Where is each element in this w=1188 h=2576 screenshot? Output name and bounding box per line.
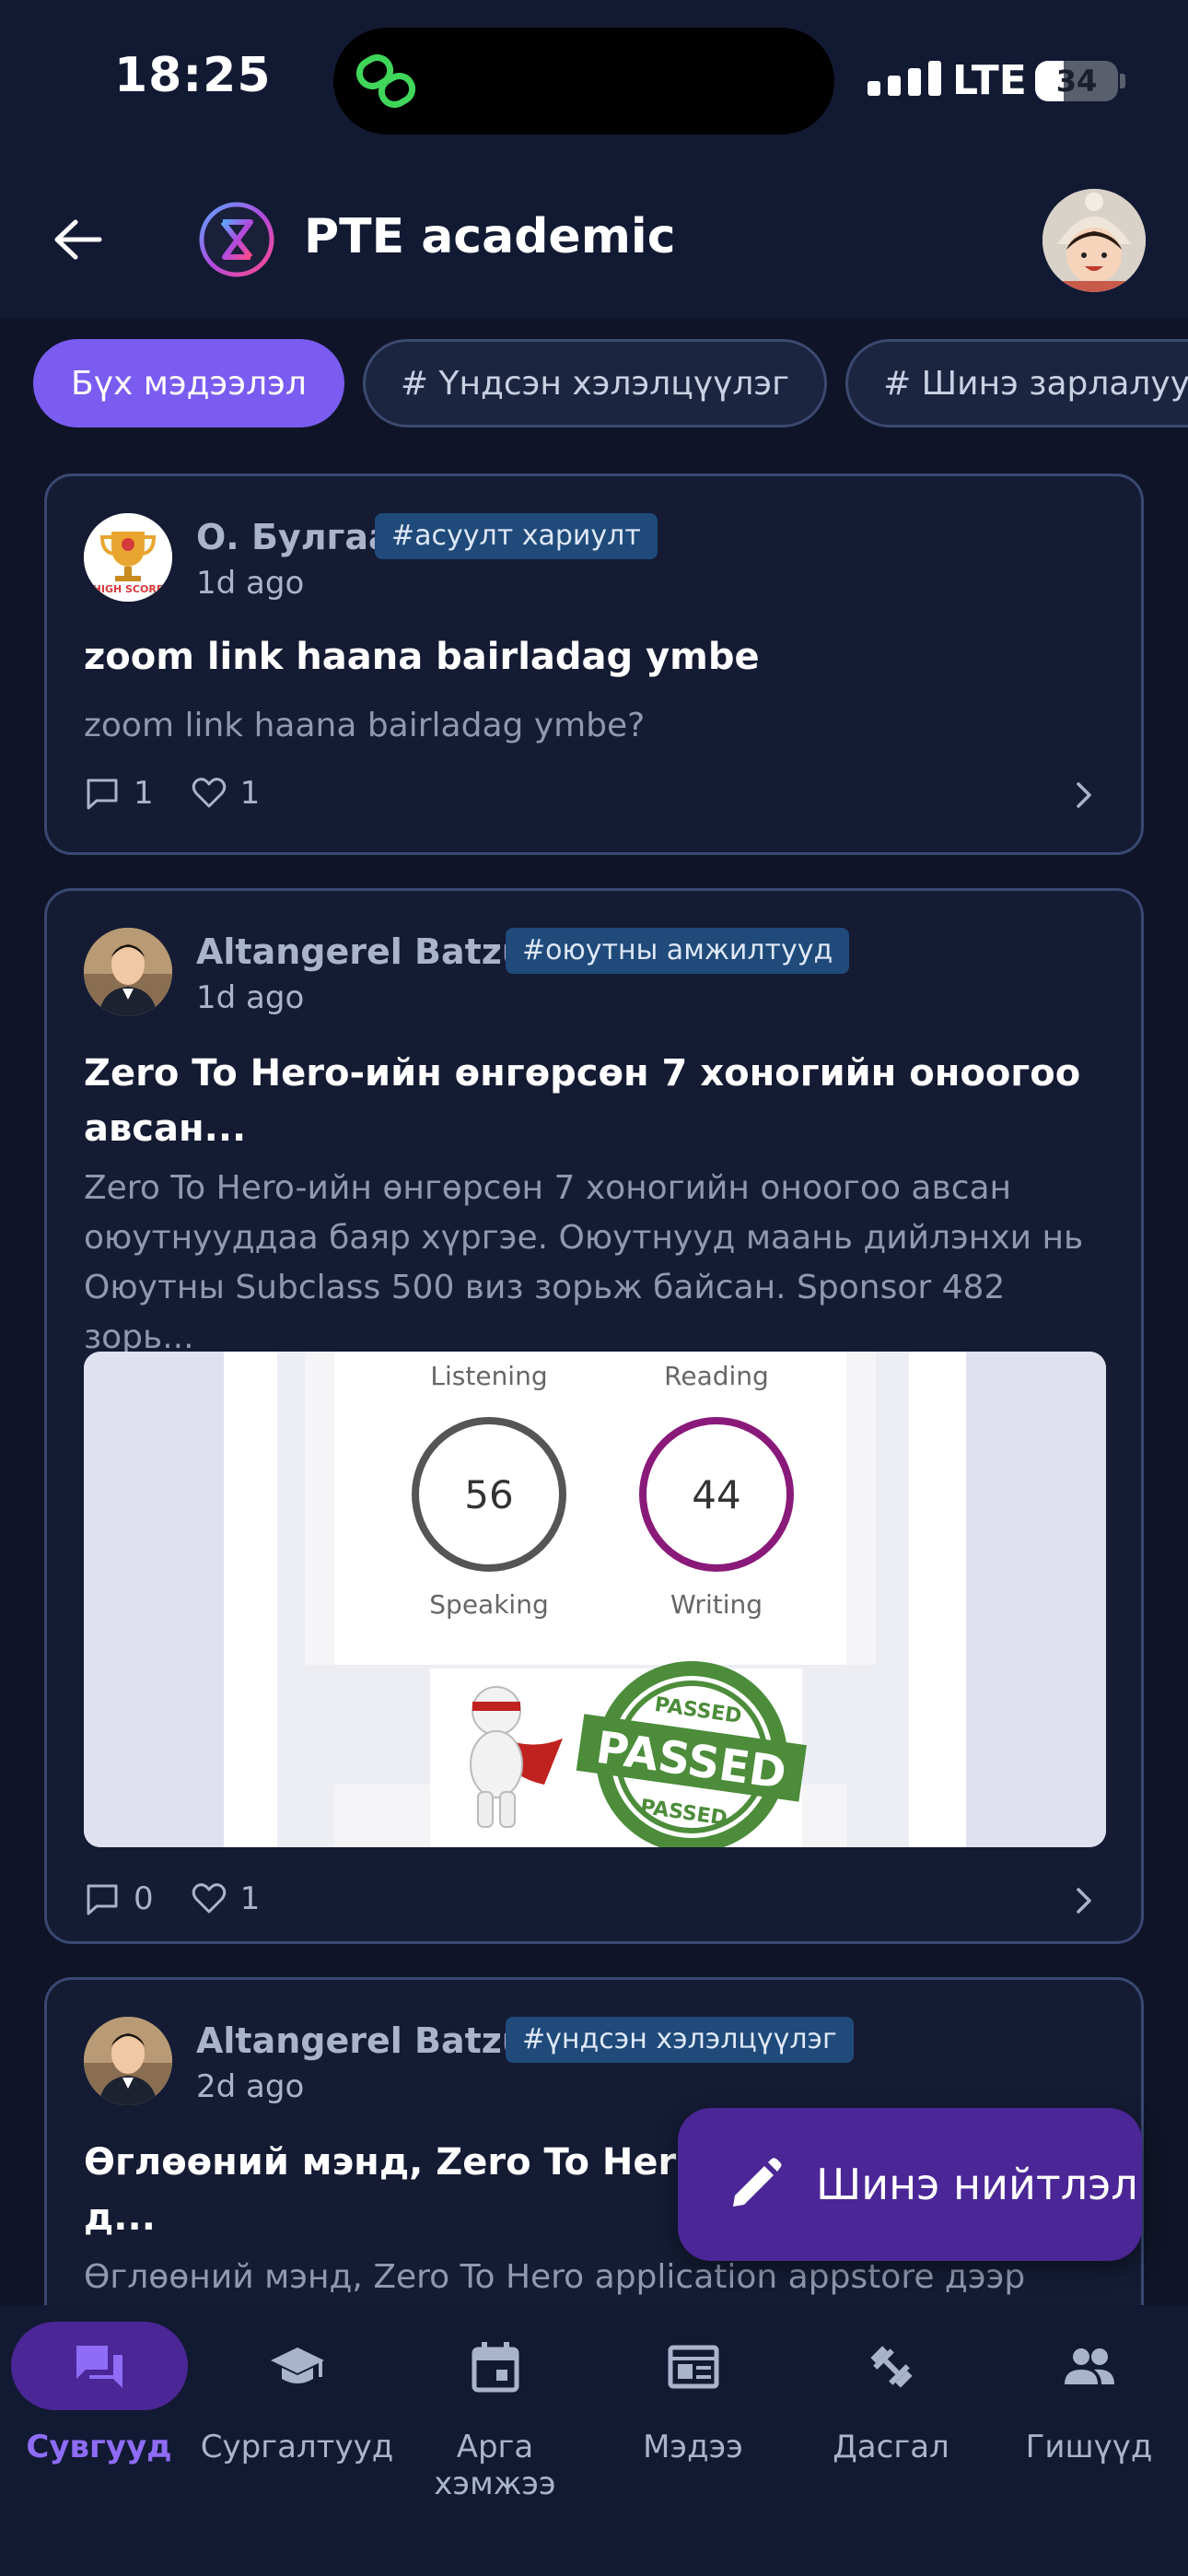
score-writing: 44 [692, 1472, 740, 1517]
news-icon [668, 2345, 719, 2389]
battery-nub [1120, 74, 1125, 88]
channel-filter-chips: Бүх мэдээлэл # Үндсэн хэлэлцүүлэг # Шинэ… [33, 339, 1188, 427]
score-speaking: 56 [464, 1472, 513, 1517]
trophy-icon: HIGH SCORE [84, 513, 172, 602]
chevron-right-icon[interactable] [1067, 779, 1101, 812]
nav-members[interactable]: Гишүүд [990, 2322, 1188, 2497]
nav-events[interactable]: Арга хэмжээ [396, 2322, 594, 2502]
comment-count-value: 1 [134, 775, 154, 812]
post-title: zoom link haana bairladag ymbe [84, 636, 760, 678]
post-card[interactable]: HIGH SCORE О. Булгаа #асуулт хариулт 1d … [44, 474, 1144, 855]
avatar-photo-icon [1042, 189, 1146, 292]
heart-icon [192, 1883, 226, 1914]
nav-label: Мэдээ [643, 2429, 743, 2465]
nav-label: Гишүүд [1025, 2429, 1153, 2465]
comment-icon [87, 779, 118, 810]
status-bar: 18:25 LTE 34 [0, 0, 1188, 161]
person-photo-icon [84, 2017, 172, 2105]
pte-logo-icon [199, 202, 274, 277]
author-avatar: HIGH SCORE [84, 513, 172, 602]
post-tag[interactable]: #үндсэн хэлэлцүүлэг [506, 2017, 854, 2063]
forum-icon [76, 2346, 122, 2388]
post-excerpt: Zero To Hero-ийн өнгөрсөн 7 хоногийн оно… [84, 1164, 1106, 1363]
calendar-icon [472, 2342, 519, 2393]
school-icon [271, 2348, 324, 2383]
post-author: Altangerel Batzul [196, 2020, 540, 2061]
heart-icon [192, 778, 226, 808]
label-listening: Listening [430, 1361, 547, 1391]
comment-count-value: 0 [134, 1880, 154, 1917]
post-stats: 1 1 [84, 775, 260, 812]
nav-channels[interactable]: Сувгууд [0, 2322, 198, 2497]
chevron-right-icon[interactable] [1067, 1884, 1101, 1917]
nav-news[interactable]: Мэдээ [594, 2322, 792, 2497]
post-stats: 0 1 [84, 1880, 260, 1917]
comment-icon [87, 1884, 118, 1915]
label-reading: Reading [664, 1361, 769, 1391]
post-author: О. Булгаа [196, 517, 392, 557]
comment-count[interactable]: 0 [84, 1880, 154, 1917]
like-count[interactable]: 1 [191, 775, 261, 812]
comment-count[interactable]: 1 [84, 775, 154, 812]
app-header: PTE academic [0, 161, 1188, 318]
post-title: Өглөөний мэнд, Zero To Hero a д... [84, 2135, 740, 2245]
label-writing: Writing [670, 1589, 763, 1620]
dumbbell-icon [870, 2346, 913, 2388]
post-author: Altangerel Batzul [196, 931, 540, 972]
bottom-nav: Сувгууд Сургалтууд Арга хэмжээ Мэдээ Дас… [0, 2305, 1188, 2576]
nav-courses[interactable]: Сургалтууд [198, 2322, 396, 2497]
new-post-button[interactable]: Шинэ нийтлэл [678, 2108, 1142, 2261]
new-post-label: Шинэ нийтлэл [816, 2160, 1138, 2209]
signal-icon [868, 61, 941, 96]
nav-label: Арга хэмжээ [434, 2429, 556, 2502]
post-excerpt-line: Оюутны Subclass 500 виз зорьж байсан. Sp… [84, 1269, 1006, 1356]
like-count-value: 1 [239, 1880, 261, 1917]
post-excerpt-line: оюутнууддаа баяр хүргэе. Оюутнууд маань … [84, 1219, 1084, 1257]
user-avatar[interactable] [1042, 189, 1146, 292]
post-title-line: авсан... [84, 1107, 247, 1150]
link-app-icon [355, 54, 416, 108]
post-time: 1d ago [196, 565, 305, 602]
chip-new-announcements[interactable]: # Шинэ зарлалууд [845, 339, 1188, 427]
svg-text:HIGH SCORE: HIGH SCORE [93, 583, 164, 595]
post-tag[interactable]: #оюутны амжилтууд [506, 928, 850, 974]
nav-label: Сургалтууд [200, 2429, 394, 2465]
post-title-line: Zero To Hero-ийн өнгөрсөн 7 хоногийн оно… [84, 1052, 1081, 1095]
people-icon [1065, 2348, 1114, 2384]
label-speaking: Speaking [429, 1589, 548, 1620]
post-excerpt-line: Zero To Hero-ийн өнгөрсөн 7 хоногийн оно… [84, 1169, 1012, 1207]
nav-exercises[interactable]: Дасгал [792, 2322, 990, 2497]
screen: 18:25 LTE 34 PTE academic Бүх мэдээлэл #… [0, 0, 1188, 2576]
nav-label: Сувгууд [26, 2429, 172, 2465]
nav-label: Дасгал [833, 2429, 949, 2465]
battery-percent: 34 [1055, 64, 1098, 99]
author-avatar [84, 928, 172, 1016]
post-image[interactable]: Listening Reading 56 44 Speaking Writing [84, 1352, 1106, 1847]
app-title: PTE academic [304, 209, 676, 264]
like-count-value: 1 [239, 775, 261, 812]
author-avatar [84, 2017, 172, 2105]
post-time: 2d ago [196, 2068, 305, 2105]
post-card[interactable]: Altangerel Batzul #оюутны амжилтууд 1d a… [44, 888, 1144, 1944]
chip-all[interactable]: Бүх мэдээлэл [33, 339, 344, 427]
battery-icon: 34 [1035, 61, 1118, 101]
back-arrow-icon[interactable] [46, 207, 111, 272]
network-type: LTE [952, 57, 1027, 104]
post-title-line: Өглөөний мэнд, Zero To Hero a [84, 2141, 740, 2184]
post-title-line: д... [84, 2196, 156, 2239]
score-report-image: Listening Reading 56 44 Speaking Writing [84, 1352, 1106, 1847]
post-title: Zero To Hero-ийн өнгөрсөн 7 хоногийн оно… [84, 1046, 1080, 1156]
pencil-icon [733, 2158, 782, 2207]
status-time: 18:25 [114, 48, 272, 103]
person-photo-icon [84, 928, 172, 1016]
chip-main-discussion[interactable]: # Үндсэн хэлэлцүүлэг [362, 339, 828, 427]
post-tag[interactable]: #асуулт хариулт [375, 513, 658, 559]
post-excerpt: zoom link haana bairladag ymbe? [84, 707, 646, 744]
post-time: 1d ago [196, 979, 305, 1016]
like-count[interactable]: 1 [191, 1880, 261, 1917]
dynamic-island [333, 28, 834, 135]
